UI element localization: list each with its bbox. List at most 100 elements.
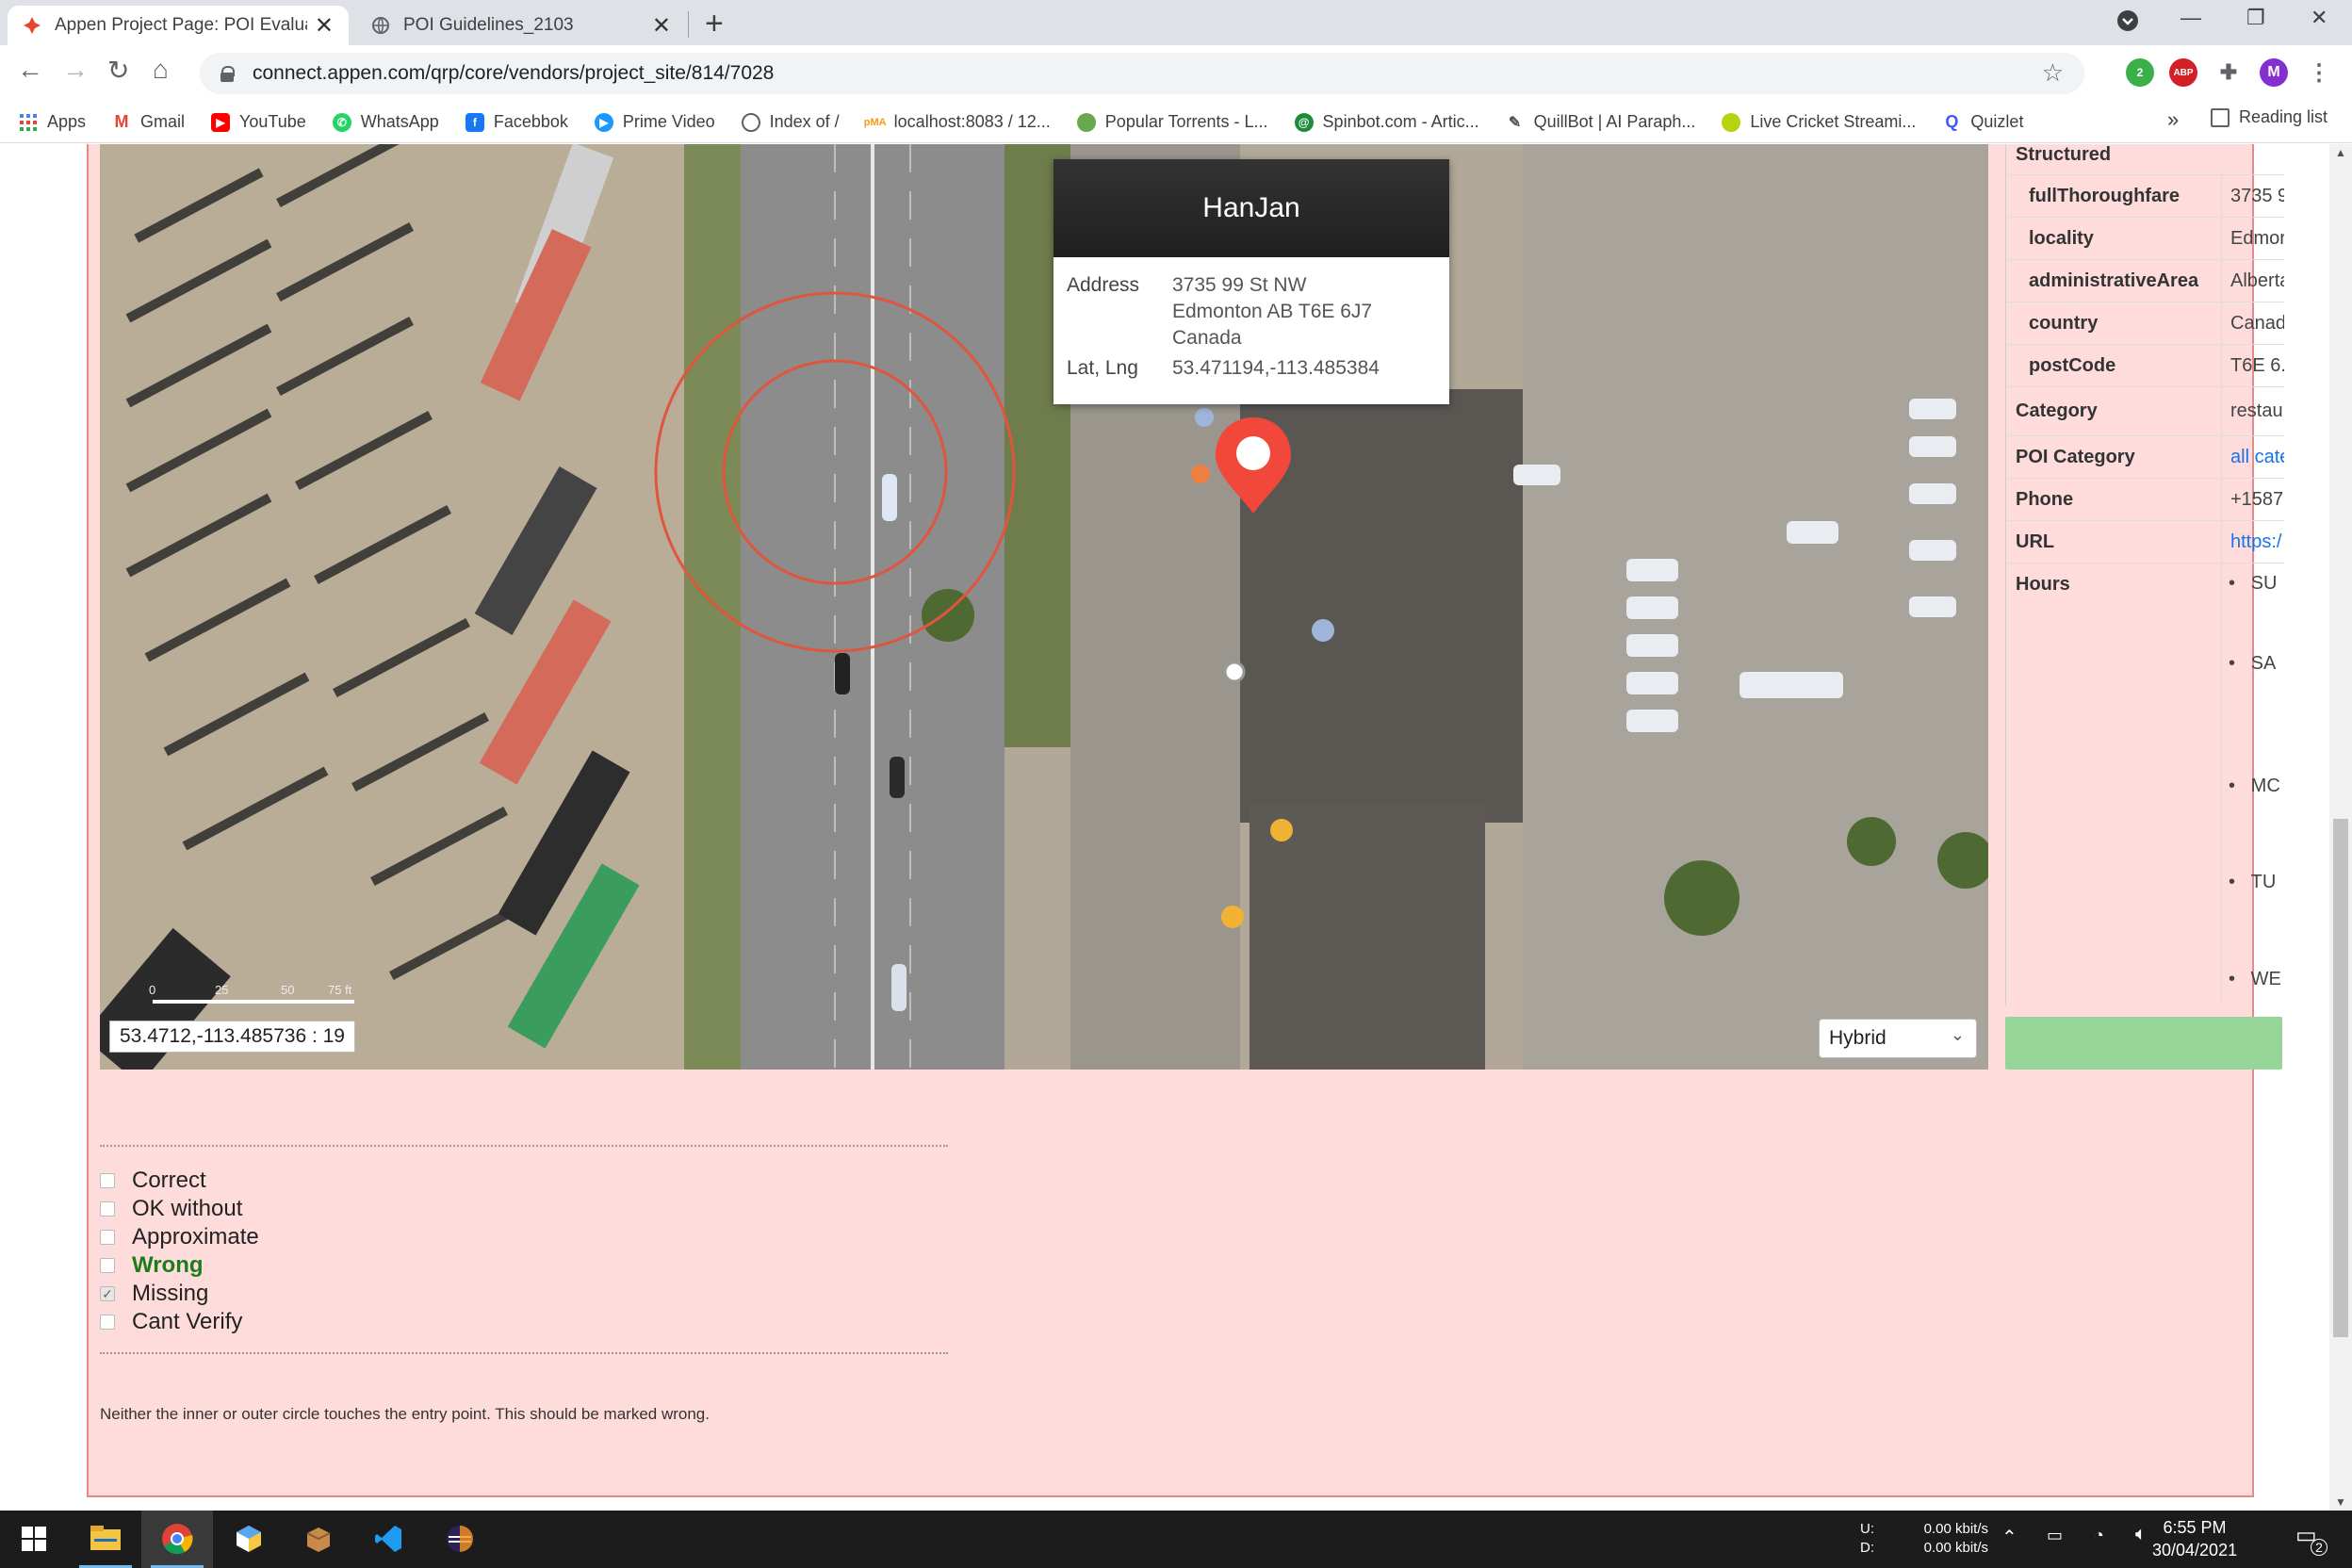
scrollbar-thumb[interactable]	[2333, 819, 2348, 1337]
poi-name: HanJan	[1054, 159, 1449, 257]
map-type-value: Hybrid	[1829, 1027, 1886, 1049]
globe-icon	[371, 16, 390, 35]
bookmark-star-icon[interactable]: ☆	[2042, 58, 2064, 88]
bookmarks-overflow-button[interactable]: »	[2167, 107, 2179, 132]
tab-appen-project[interactable]: Appen Project Page: POI Evaluati ✕	[8, 6, 349, 45]
clock-time: 6:55 PM	[2163, 1518, 2227, 1537]
bookmark-localhost[interactable]: pMA localhost:8083 / 12...	[864, 112, 1051, 132]
restore-button[interactable]: ❐	[2246, 6, 2265, 30]
url-link[interactable]: https:/	[2230, 531, 2281, 553]
detail-row-poi-category: POI Category all cate	[2006, 435, 2284, 478]
checkbox[interactable]	[100, 1258, 115, 1273]
checkbox[interactable]	[100, 1315, 115, 1330]
bookmark-label: Live Cricket Streami...	[1750, 112, 1917, 131]
bookmark-index[interactable]: Index of /	[741, 112, 840, 132]
bookmark-whatsapp[interactable]: ✆ WhatsApp	[332, 112, 439, 132]
detail-row-phone: Phone +1587	[2006, 478, 2284, 520]
satellite-map[interactable]: HanJan Address 3735 99 St NW Edmonton AB…	[100, 144, 1988, 1070]
map-type-select[interactable]: Hybrid ⌄	[1819, 1019, 1977, 1058]
file-explorer-icon[interactable]	[87, 1520, 124, 1558]
bookmark-prime-video[interactable]: ▶ Prime Video	[594, 112, 715, 132]
tab-close-icon[interactable]: ✕	[652, 12, 671, 40]
checkbox[interactable]	[100, 1173, 115, 1188]
submit-button[interactable]	[2005, 1017, 2282, 1070]
windows-taskbar: U: D: 0.00 kbit/s 0.00 kbit/s ⌃ ▭ ◔ 🔈︎ 6…	[0, 1511, 2352, 1568]
forward-button[interactable]: →	[62, 55, 89, 85]
quillbot-icon: ✎	[1505, 112, 1525, 132]
menu-kebab-icon[interactable]: ⋮	[2305, 58, 2333, 87]
new-tab-button[interactable]: +	[705, 6, 724, 42]
detail-key: country	[2029, 313, 2099, 334]
tab-search-icon[interactable]	[2116, 9, 2139, 38]
bookmark-quizlet[interactable]: Q Quizlet	[1942, 112, 2023, 132]
battery-icon[interactable]: ▭	[2047, 1526, 2063, 1545]
windows-start-icon[interactable]	[15, 1520, 53, 1558]
option-ok-without[interactable]: OK without	[100, 1196, 242, 1222]
adblock-plus-icon[interactable]: ABP	[2169, 58, 2197, 87]
bookmark-torrents[interactable]: Popular Torrents - L...	[1076, 112, 1268, 132]
taskbar-clock[interactable]: 6:55 PM 30/04/2021	[2152, 1516, 2237, 1561]
bookmark-gmail[interactable]: M Gmail	[112, 112, 185, 132]
detail-row: postCode T6E 6.	[2006, 344, 2284, 386]
option-label: Wrong	[132, 1252, 204, 1278]
detail-key: administrativeArea	[2029, 270, 2199, 291]
hours-item: • TU	[2229, 872, 2277, 892]
detail-key: locality	[2029, 228, 2094, 249]
checkbox-checked[interactable]: ✓	[100, 1286, 115, 1301]
window-close-button[interactable]: ✕	[2311, 6, 2328, 30]
bookmark-facebook[interactable]: f Facebbok	[465, 112, 568, 132]
tab-poi-guidelines[interactable]: POI Guidelines_2103 ✕	[356, 6, 686, 45]
option-missing[interactable]: ✓ Missing	[100, 1281, 208, 1307]
bookmark-label: Popular Torrents - L...	[1104, 112, 1268, 131]
option-approximate[interactable]: Approximate	[100, 1224, 259, 1250]
network-speeds: 0.00 kbit/s 0.00 kbit/s	[1917, 1520, 1988, 1558]
home-button[interactable]: ⌂	[153, 55, 169, 85]
scroll-down-icon[interactable]: ▼	[2335, 1495, 2346, 1509]
latlng-value: 53.471194,-113.485384	[1172, 357, 1380, 379]
reading-list-button[interactable]: Reading list	[2211, 107, 2328, 127]
globe-icon	[741, 112, 760, 132]
wifi-icon[interactable]: ◔	[2094, 1526, 2104, 1545]
bookmark-label: Gmail	[140, 112, 186, 131]
torrent-icon	[1076, 112, 1096, 132]
shield-extension-icon[interactable]: 2	[2126, 58, 2154, 87]
minimize-button[interactable]: —	[2180, 6, 2201, 30]
bookmark-apps[interactable]: Apps	[19, 112, 86, 132]
chevron-down-icon: ⌄	[1950, 1025, 1965, 1044]
back-button[interactable]: ←	[17, 55, 43, 85]
package-box-icon[interactable]	[300, 1520, 337, 1558]
page-scrollbar[interactable]: ▲ ▼	[2329, 144, 2352, 1511]
volume-icon[interactable]: 🔈︎	[2135, 1524, 2147, 1545]
chrome-icon[interactable]	[158, 1520, 196, 1558]
tab-close-icon[interactable]: ✕	[315, 12, 334, 40]
address-bar[interactable]: connect.appen.com/qrp/core/vendors/proje…	[200, 53, 2084, 94]
network-meter: U: D:	[1860, 1520, 1874, 1558]
option-label: Correct	[132, 1168, 206, 1193]
app-cube-icon[interactable]	[230, 1520, 268, 1558]
vscode-icon[interactable]	[369, 1520, 407, 1558]
profile-avatar[interactable]: M	[2260, 58, 2288, 87]
poi-info-popup: HanJan Address 3735 99 St NW Edmonton AB…	[1054, 159, 1449, 404]
scroll-up-icon[interactable]: ▲	[2335, 146, 2346, 159]
bookmark-spinbot[interactable]: @ Spinbot.com - Artic...	[1294, 112, 1479, 132]
scale-label: 25	[215, 983, 229, 997]
address-line: 3735 99 St NW	[1172, 274, 1307, 296]
divider	[100, 1352, 948, 1354]
bookmark-quillbot[interactable]: ✎ QuillBot | AI Paraph...	[1505, 112, 1695, 132]
option-correct[interactable]: Correct	[100, 1168, 206, 1194]
eclipse-icon[interactable]	[441, 1520, 479, 1558]
location-pin-icon[interactable]	[1208, 414, 1298, 514]
bookmark-cricket[interactable]: Live Cricket Streami...	[1722, 112, 1916, 132]
reload-button[interactable]: ↻	[107, 55, 129, 86]
detail-row: fullThoroughfare 3735 9	[2006, 174, 2284, 217]
chevron-up-icon[interactable]: ⌃	[2001, 1526, 2017, 1549]
poi-category-link[interactable]: all cate	[2230, 447, 2284, 468]
bookmark-youtube[interactable]: ▶ YouTube	[211, 112, 306, 132]
extensions-puzzle-icon[interactable]: ✚	[2214, 58, 2243, 87]
net-up-value: 0.00 kbit/s	[1923, 1521, 1988, 1537]
option-cant-verify[interactable]: Cant Verify	[100, 1309, 242, 1335]
detail-key: POI Category	[2016, 447, 2135, 467]
checkbox[interactable]	[100, 1201, 115, 1217]
checkbox[interactable]	[100, 1230, 115, 1245]
option-wrong[interactable]: Wrong	[100, 1252, 204, 1279]
